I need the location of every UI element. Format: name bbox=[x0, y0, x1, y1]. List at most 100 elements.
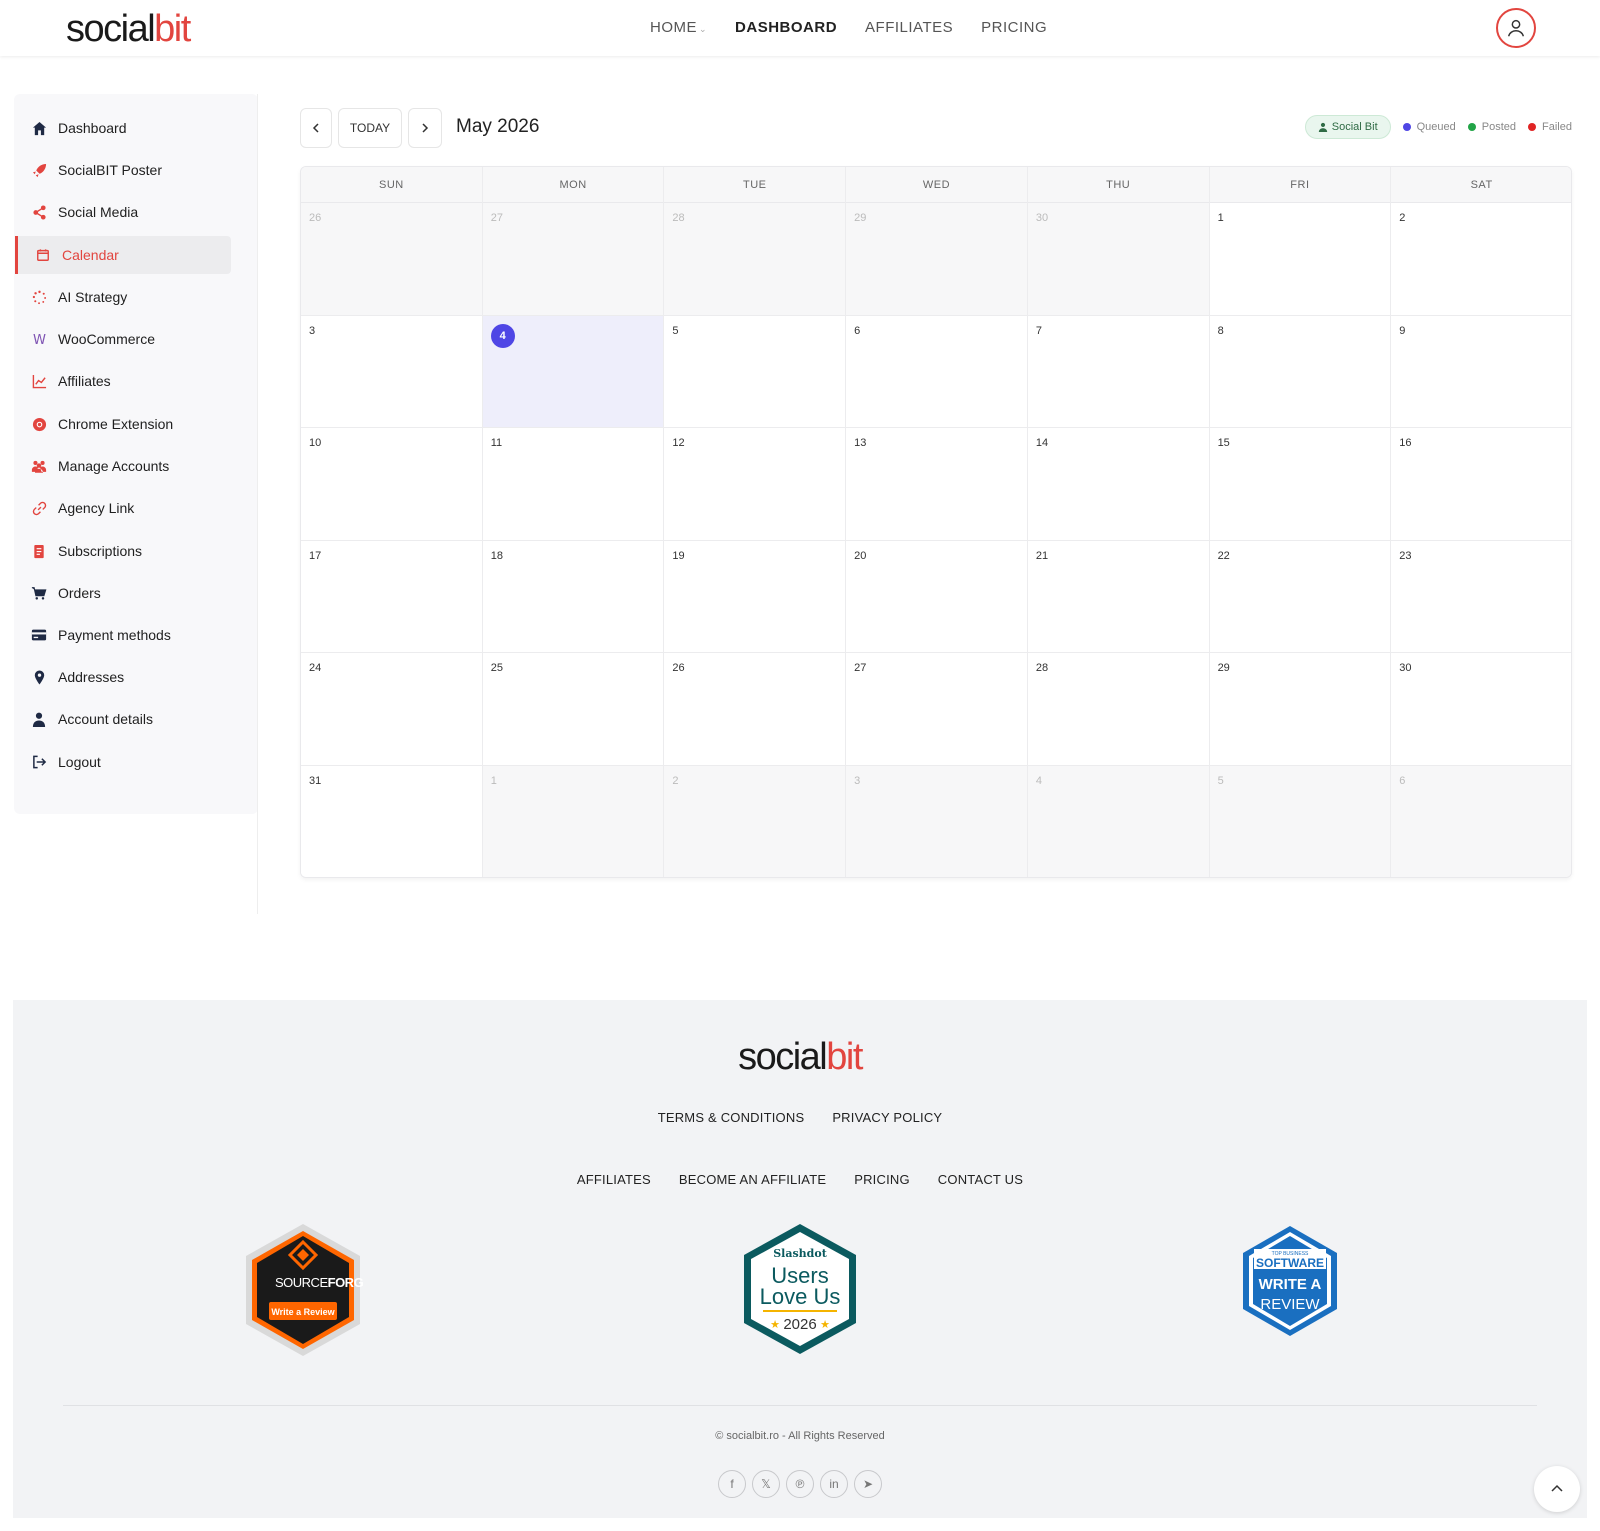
software-review-badge[interactable]: TOP BUSINESS SOFTWARE WRITE A REVIEW bbox=[1240, 1224, 1340, 1338]
slashdot-users-love-us-badge[interactable]: Slashdot Users Love Us ★ 2026 ★ bbox=[741, 1222, 859, 1356]
calendar-day-cell[interactable]: 10 bbox=[301, 428, 483, 541]
sidebar-item-account-details[interactable]: Account details bbox=[14, 700, 230, 738]
calendar-day-cell[interactable]: 14 bbox=[1027, 428, 1210, 541]
site-logo[interactable]: socialbit bbox=[66, 8, 191, 51]
footer-link-affiliates[interactable]: AFFILIATES bbox=[577, 1172, 651, 1187]
day-number: 24 bbox=[309, 662, 322, 674]
calendar-day-cell[interactable]: 26 bbox=[664, 653, 847, 766]
calendar-day-cell[interactable]: 5 bbox=[664, 315, 847, 428]
footer-logo[interactable]: socialbit bbox=[13, 1036, 1587, 1079]
telegram-link[interactable]: ➤ bbox=[854, 1470, 882, 1498]
sidebar-item-socialbit-poster[interactable]: SocialBIT Poster bbox=[14, 151, 230, 189]
sidebar-item-subscriptions[interactable]: Subscriptions bbox=[14, 532, 230, 570]
facebook-link[interactable]: f bbox=[718, 1470, 746, 1498]
calendar-day-cell[interactable]: 5 bbox=[1209, 765, 1392, 877]
sidebar-item-agency-link[interactable]: Agency Link bbox=[14, 489, 230, 527]
footer-link-terms[interactable]: TERMS & CONDITIONS bbox=[658, 1110, 805, 1125]
pinterest-link[interactable]: ℗ bbox=[786, 1470, 814, 1498]
sidebar-item-ai-strategy[interactable]: AI Strategy bbox=[14, 278, 230, 316]
calendar-day-cell[interactable]: 20 bbox=[846, 540, 1028, 653]
calendar-day-cell[interactable]: 2 bbox=[1391, 203, 1571, 316]
site-header: socialbit HOME ⌄ DASHBOARD AFFILIATES PRI… bbox=[0, 0, 1600, 56]
calendar-day-cell[interactable]: 7 bbox=[1027, 315, 1210, 428]
footer-links-legal: TERMS & CONDITIONS PRIVACY POLICY bbox=[13, 1110, 1587, 1125]
sidebar-item-addresses[interactable]: Addresses bbox=[14, 658, 230, 696]
scroll-to-top-button[interactable] bbox=[1534, 1466, 1580, 1512]
calendar-day-cell[interactable]: 27 bbox=[846, 653, 1028, 766]
calendar-day-cell[interactable]: 24 bbox=[301, 653, 483, 766]
footer-link-become-affiliate[interactable]: BECOME AN AFFILIATE bbox=[679, 1172, 826, 1187]
sidebar-item-dashboard[interactable]: Dashboard bbox=[14, 109, 230, 147]
day-number: 30 bbox=[1399, 662, 1412, 674]
sidebar-item-affiliates[interactable]: Affiliates bbox=[14, 362, 230, 400]
prev-month-button[interactable] bbox=[300, 108, 332, 148]
nav-pricing[interactable]: PRICING bbox=[981, 19, 1047, 36]
calendar-day-cell[interactable]: 6 bbox=[846, 315, 1028, 428]
sidebar-item-woocommerce[interactable]: W WooCommerce bbox=[14, 320, 230, 358]
calendar-day-cell[interactable]: 28 bbox=[664, 203, 847, 316]
sidebar-item-payment-methods[interactable]: Payment methods bbox=[14, 616, 230, 654]
today-button[interactable]: TODAY bbox=[338, 108, 402, 148]
svg-text:REVIEW: REVIEW bbox=[1260, 1296, 1320, 1313]
calendar-day-cell[interactable]: 12 bbox=[664, 428, 847, 541]
sidebar-item-logout[interactable]: Logout bbox=[14, 743, 230, 781]
calendar-day-cell[interactable]: 1 bbox=[482, 765, 665, 877]
user-icon bbox=[1318, 122, 1327, 132]
sidebar-item-social-media[interactable]: Social Media bbox=[14, 193, 230, 231]
calendar-day-cell[interactable]: 11 bbox=[482, 428, 665, 541]
link-icon bbox=[30, 499, 48, 517]
footer-link-pricing[interactable]: PRICING bbox=[854, 1172, 910, 1187]
calendar-day-cell[interactable]: 13 bbox=[846, 428, 1028, 541]
calendar-day-cell[interactable]: 4 bbox=[1027, 765, 1210, 877]
nav-home[interactable]: HOME ⌄ bbox=[650, 19, 707, 36]
calendar-day-cell[interactable]: 6 bbox=[1391, 765, 1571, 877]
calendar-day-cell[interactable]: 16 bbox=[1391, 428, 1571, 541]
svg-text:WRITE A: WRITE A bbox=[1259, 1276, 1322, 1293]
account-filter-pill[interactable]: Social Bit bbox=[1304, 115, 1391, 139]
calendar-day-cell[interactable]: 27 bbox=[482, 203, 665, 316]
calendar-day-cell[interactable]: 31 bbox=[301, 765, 483, 877]
day-number: 1 bbox=[490, 774, 497, 787]
calendar-day-cell[interactable]: 18 bbox=[482, 540, 665, 653]
calendar-day-cell[interactable]: 25 bbox=[482, 653, 665, 766]
day-number: 5 bbox=[1217, 774, 1224, 787]
calendar-day-cell[interactable]: 22 bbox=[1209, 540, 1392, 653]
next-month-button[interactable] bbox=[408, 108, 442, 148]
sidebar-item-manage-accounts[interactable]: Manage Accounts bbox=[14, 447, 230, 485]
sidebar-item-orders[interactable]: Orders bbox=[14, 574, 230, 612]
nav-affiliates[interactable]: AFFILIATES bbox=[865, 19, 953, 36]
x-link[interactable]: 𝕏 bbox=[752, 1470, 780, 1498]
calendar-day-cell[interactable]: 15 bbox=[1209, 428, 1392, 541]
sidebar-item-calendar[interactable]: Calendar bbox=[15, 236, 231, 274]
calendar-day-cell[interactable]: 3 bbox=[301, 315, 483, 428]
calendar-day-cell[interactable]: 26 bbox=[301, 203, 483, 316]
footer-link-privacy[interactable]: PRIVACY POLICY bbox=[832, 1110, 942, 1125]
calendar-day-cell[interactable]: 29 bbox=[1209, 653, 1392, 766]
calendar-day-cell[interactable]: 1 bbox=[1209, 203, 1392, 316]
day-number: 28 bbox=[1035, 662, 1049, 674]
legend-queued: Queued bbox=[1402, 121, 1456, 133]
calendar-day-cell[interactable]: 3 bbox=[846, 765, 1028, 877]
calendar-day-cell[interactable]: 8 bbox=[1209, 315, 1392, 428]
footer-link-contact[interactable]: CONTACT US bbox=[938, 1172, 1023, 1187]
linkedin-link[interactable]: in bbox=[820, 1470, 848, 1498]
calendar-day-cell[interactable]: 9 bbox=[1391, 315, 1571, 428]
calendar-day-cell[interactable]: 21 bbox=[1027, 540, 1210, 653]
sidebar-item-label: Addresses bbox=[58, 669, 125, 685]
rocket-icon bbox=[30, 161, 48, 179]
calendar-day-cell[interactable]: 30 bbox=[1027, 203, 1210, 316]
sidebar-item-chrome-extension[interactable]: Chrome Extension bbox=[14, 405, 230, 443]
day-number: 2 bbox=[672, 774, 679, 787]
calendar-day-cell[interactable]: 29 bbox=[846, 203, 1028, 316]
calendar-day-cell[interactable]: 17 bbox=[301, 540, 483, 653]
calendar-day-cell[interactable]: 28 bbox=[1027, 653, 1210, 766]
calendar-day-cell[interactable]: 19 bbox=[664, 540, 847, 653]
calendar-day-today[interactable]: 4 bbox=[482, 315, 665, 428]
sourceforge-review-badge[interactable]: SOURCEFORGE Write a Review bbox=[243, 1222, 363, 1358]
calendar-day-cell[interactable]: 2 bbox=[664, 765, 847, 877]
sidebar-item-label: Manage Accounts bbox=[58, 458, 170, 474]
calendar-day-cell[interactable]: 30 bbox=[1391, 653, 1571, 766]
user-account-button[interactable] bbox=[1496, 8, 1536, 48]
calendar-day-cell[interactable]: 23 bbox=[1391, 540, 1571, 653]
nav-dashboard[interactable]: DASHBOARD bbox=[735, 19, 837, 36]
